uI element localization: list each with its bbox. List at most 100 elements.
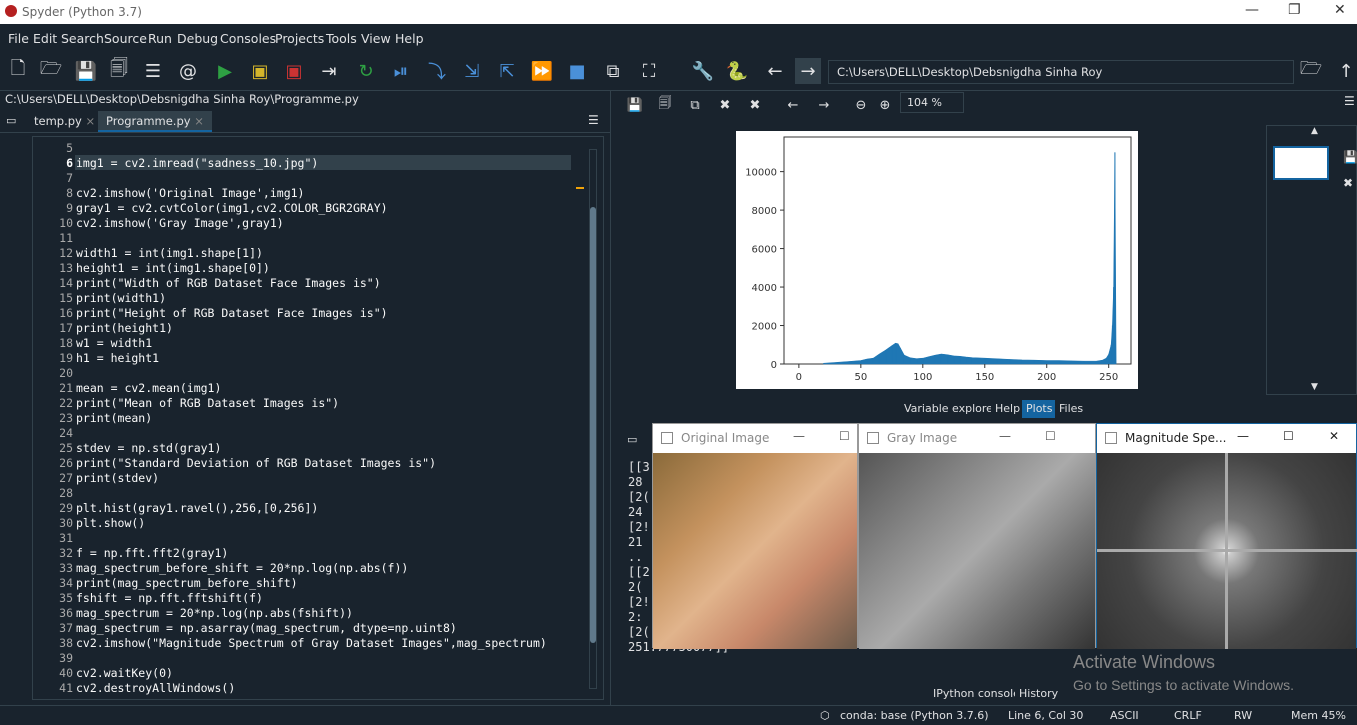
code-line[interactable]: mean = cv2.mean(img1) — [76, 381, 221, 395]
code-line[interactable]: cv2.destroyAllWindows() — [76, 681, 235, 695]
window-titlebar[interactable]: Gray Image — [859, 424, 1095, 452]
copy-plot-icon[interactable]: ⧉ — [682, 92, 708, 118]
parent-directory-icon[interactable]: ↑ — [1333, 58, 1357, 84]
code-line[interactable]: print(stdev) — [76, 471, 159, 485]
scroll-down-icon[interactable]: ▼ — [1311, 382, 1318, 392]
run-cell-icon[interactable]: ▣ — [247, 58, 273, 84]
code-line[interactable]: plt.show() — [76, 516, 145, 530]
working-directory-field[interactable]: C:\Users\DELL\Desktop\Debsnigdha Sinha R… — [828, 60, 1294, 84]
menu-source[interactable]: Source — [104, 31, 147, 46]
fullscreen-icon[interactable]: ⛶ — [636, 58, 662, 84]
tab-ipython-console[interactable]: IPython console — [929, 685, 1024, 703]
restore-button[interactable]: ❐ — [1288, 2, 1301, 18]
save-icon[interactable]: 💾 — [73, 58, 99, 84]
code-line[interactable]: mag_spectrum = np.asarray(mag_spectrum, … — [76, 621, 457, 635]
maximize-button[interactable]: ☐ — [1045, 429, 1056, 443]
gray-image-window[interactable]: Gray Image — ☐ — [858, 423, 1096, 649]
step-into-icon[interactable]: ⇲ — [459, 58, 485, 84]
menu-projects[interactable]: Projects — [275, 31, 324, 46]
minimize-button[interactable]: — — [1245, 2, 1259, 18]
tab-temp-py[interactable]: temp.py × — [26, 111, 103, 132]
code-line[interactable]: print(mean) — [76, 411, 152, 425]
plot-thumbnail[interactable] — [1273, 146, 1329, 180]
magnitude-spectrum-window[interactable]: Magnitude Spe... — ☐ ✕ — [1096, 423, 1357, 649]
maximize-pane-icon[interactable]: ⧉ — [600, 58, 626, 84]
zoom-level-field[interactable]: 104 % — [900, 92, 964, 113]
list-icon[interactable]: ☰ — [140, 58, 166, 84]
close-tab-icon[interactable]: × — [86, 114, 96, 128]
pane-divider[interactable] — [610, 91, 618, 705]
close-tab-icon[interactable]: × — [194, 114, 204, 128]
next-plot-icon[interactable]: → — [811, 92, 837, 118]
code-line[interactable]: print("Mean of RGB Dataset Images is") — [76, 396, 339, 410]
close-button[interactable]: ✕ — [1334, 2, 1346, 18]
at-icon[interactable]: @ — [175, 58, 201, 84]
continue-icon[interactable]: ⏩ — [529, 58, 555, 84]
save-plot-icon[interactable]: 💾 — [622, 92, 648, 118]
run-selection-icon[interactable]: ⇥ — [316, 58, 342, 84]
zoom-in-icon[interactable]: ⊕ — [872, 92, 898, 118]
save-thumbnail-icon[interactable]: 💾 — [1343, 150, 1357, 164]
run-icon[interactable]: ▶ — [212, 58, 238, 84]
code-line[interactable]: cv2.imshow("Magnitude Spectrum of Gray D… — [76, 636, 547, 650]
wrench-icon[interactable]: 🔧 — [690, 58, 716, 84]
code-line[interactable]: h1 = height1 — [76, 351, 159, 365]
code-line[interactable]: img1 = cv2.imread("sadness_10.jpg") — [76, 156, 318, 170]
code-line[interactable]: print(width1) — [76, 291, 166, 305]
menu-help[interactable]: Help — [395, 31, 424, 46]
tab-help[interactable]: Help — [991, 400, 1025, 418]
tab-plots[interactable]: Plots — [1022, 400, 1057, 418]
rerun-icon[interactable]: ↻ — [353, 58, 379, 84]
menu-consoles[interactable]: Consoles — [220, 31, 276, 46]
editor-options-icon[interactable]: ☰ — [588, 113, 599, 127]
step-icon[interactable]: ⤵ — [424, 58, 450, 84]
code-line[interactable]: print("Standard Deviation of RGB Dataset… — [76, 456, 436, 470]
code-line[interactable]: cv2.imshow('Gray Image',gray1) — [76, 216, 284, 230]
back-icon[interactable]: ← — [762, 58, 788, 84]
editor-scroll-thumb[interactable] — [590, 207, 596, 643]
remove-thumbnail-icon[interactable]: ✖ — [1343, 176, 1353, 190]
menu-tools[interactable]: Tools — [326, 31, 357, 46]
maximize-button[interactable]: ☐ — [839, 429, 850, 443]
run-cell-advance-icon[interactable]: ▣ — [281, 58, 307, 84]
remove-plot-icon[interactable]: ✖ — [712, 92, 738, 118]
python-icon[interactable]: 🐍 — [724, 58, 750, 84]
code-line[interactable]: plt.hist(gray1.ravel(),256,[0,256]) — [76, 501, 318, 515]
zoom-out-icon[interactable]: ⊖ — [848, 92, 874, 118]
menu-search[interactable]: Search — [61, 31, 104, 46]
minimize-button[interactable]: — — [999, 429, 1011, 443]
menu-debug[interactable]: Debug — [177, 31, 218, 46]
close-button[interactable]: ✕ — [1329, 429, 1339, 443]
window-titlebar[interactable]: Magnitude Spe... — [1097, 424, 1356, 452]
code-line[interactable]: cv2.imshow('Original Image',img1) — [76, 186, 304, 200]
code-line[interactable]: mag_spectrum_before_shift = 20*np.log(np… — [76, 561, 408, 575]
code-line[interactable]: print(height1) — [76, 321, 173, 335]
debug-icon[interactable]: ⏯ — [388, 58, 414, 84]
code-line[interactable]: f = np.fft.fft2(gray1) — [76, 546, 228, 560]
console-tabs-icon[interactable]: ▭ — [627, 433, 637, 446]
code-line[interactable]: cv2.waitKey(0) — [76, 666, 173, 680]
code-line[interactable]: fshift = np.fft.fftshift(f) — [76, 591, 263, 605]
code-line[interactable]: print(mag_spectrum_before_shift) — [76, 576, 298, 590]
stop-icon[interactable]: ■ — [564, 58, 590, 84]
menu-run[interactable]: Run — [148, 31, 172, 46]
code-line[interactable]: w1 = width1 — [76, 336, 152, 350]
browse-directory-icon[interactable]: 🗁 — [1298, 58, 1324, 84]
remove-all-plots-icon[interactable]: ✖ — [742, 92, 768, 118]
minimize-button[interactable]: — — [1237, 429, 1249, 443]
minimize-button[interactable]: — — [793, 429, 805, 443]
plots-options-icon[interactable]: ☰ — [1344, 94, 1355, 108]
step-return-icon[interactable]: ⇱ — [494, 58, 520, 84]
tab-variable-explorer[interactable]: Variable explorer — [900, 400, 1002, 418]
forward-icon[interactable]: → — [795, 58, 821, 84]
save-all-icon[interactable]: 🗐 — [106, 58, 132, 84]
code-line[interactable]: mag_spectrum = 20*np.log(np.abs(fshift)) — [76, 606, 353, 620]
original-image-window[interactable]: Original Image — ☐ — [652, 423, 858, 649]
new-file-icon[interactable]: 🗋 — [5, 58, 31, 84]
code-line[interactable]: print("Width of RGB Dataset Face Images … — [76, 276, 381, 290]
menu-edit[interactable]: Edit — [33, 31, 57, 46]
previous-plot-icon[interactable]: ← — [780, 92, 806, 118]
code-editor[interactable]: 5 6 img1 = cv2.imread("sadness_10.jpg") 7 8 c… — [32, 136, 604, 700]
tab-programme-py[interactable]: Programme.py × — [98, 111, 212, 132]
maximize-button[interactable]: ☐ — [1283, 429, 1294, 443]
